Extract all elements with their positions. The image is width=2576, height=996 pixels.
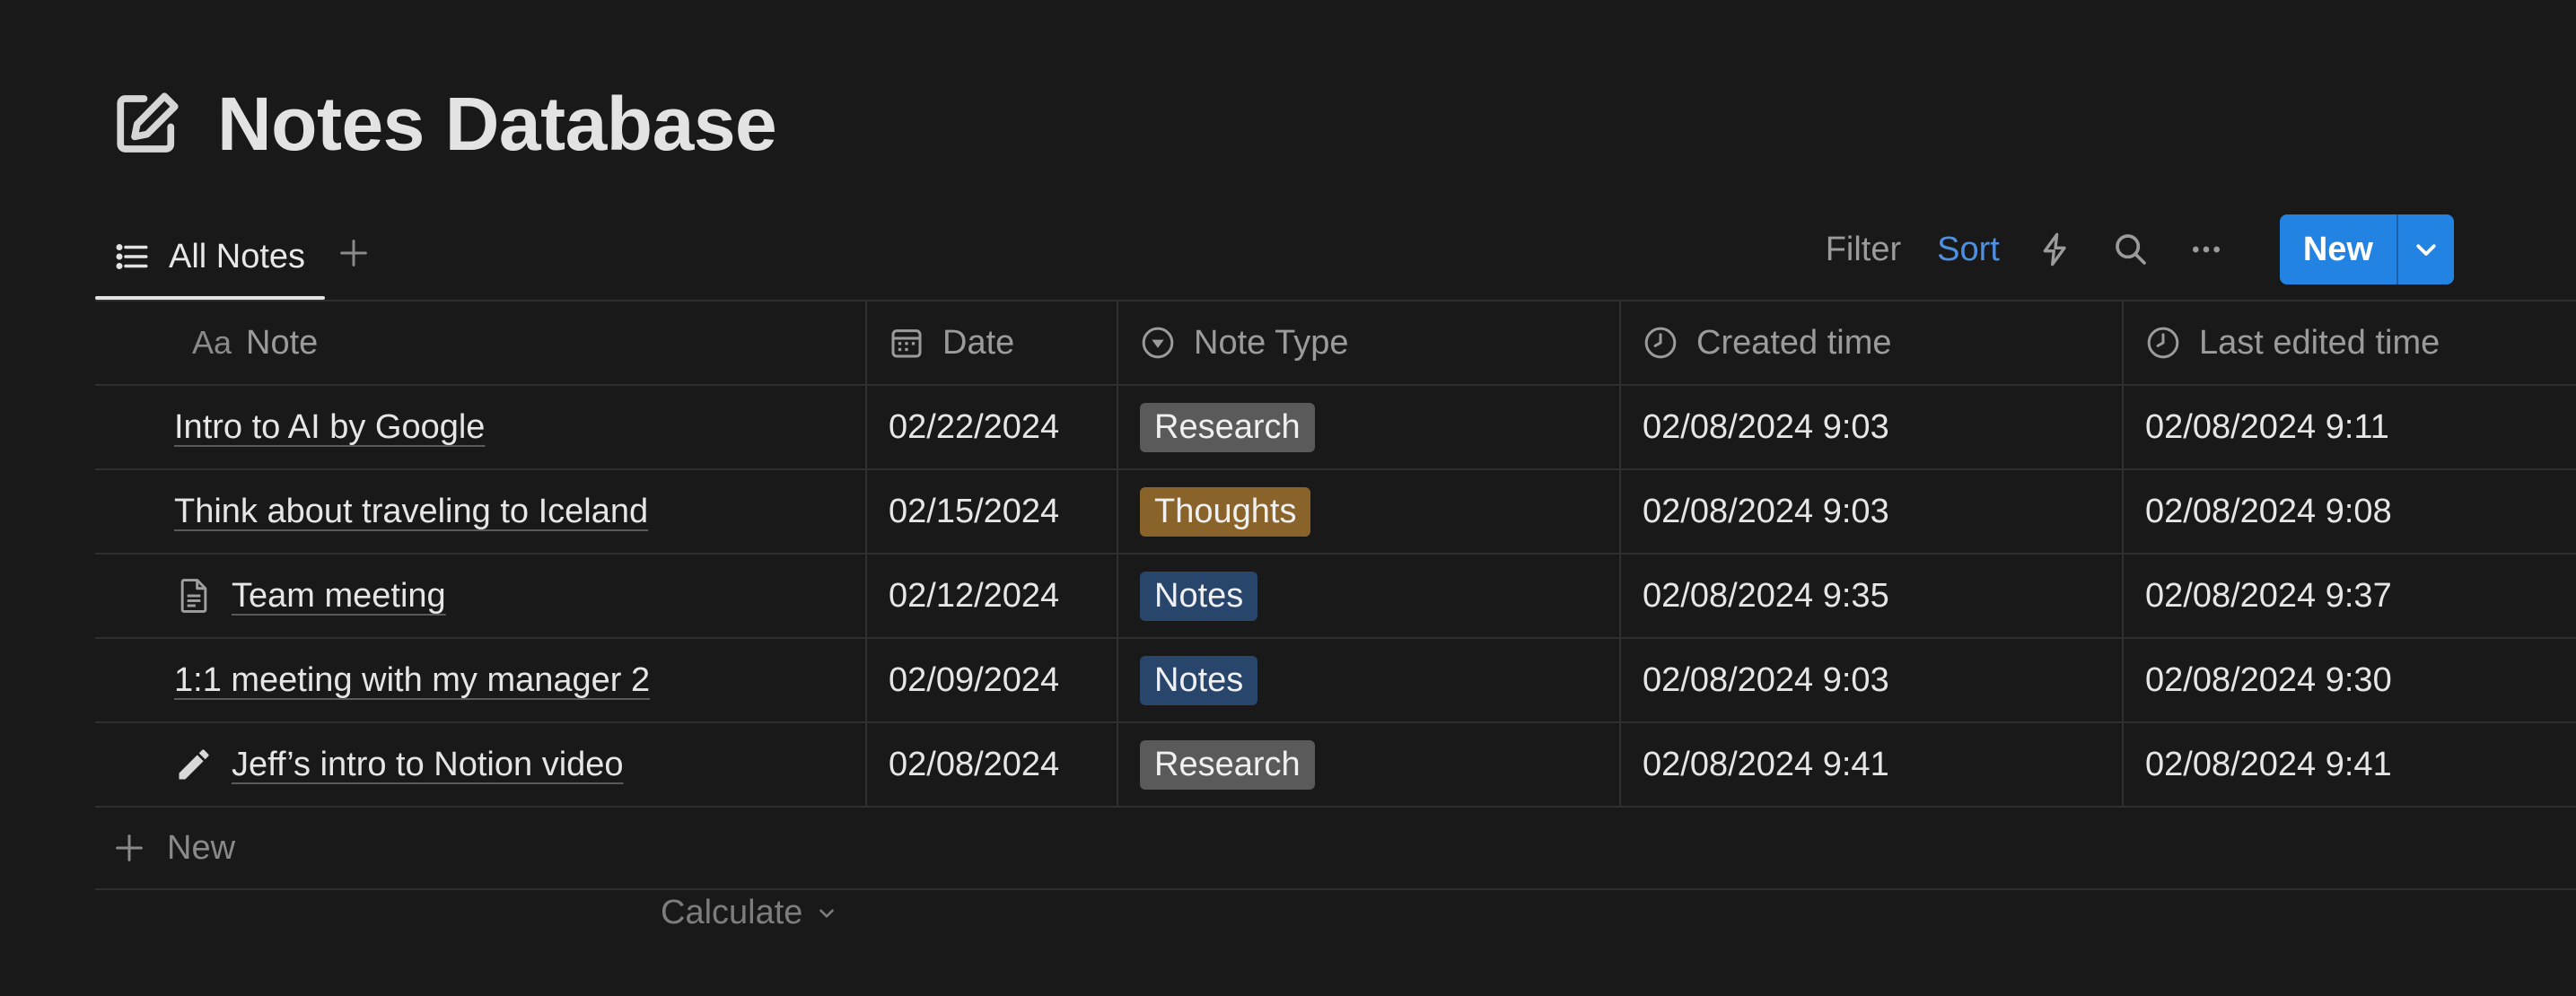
edited-time-cell: 02/08/2024 9:11 bbox=[2124, 386, 2576, 468]
date-cell[interactable]: 02/12/2024 bbox=[867, 555, 1118, 637]
note-type-cell[interactable]: Research bbox=[1118, 386, 1621, 468]
created-time-value: 02/08/2024 9:35 bbox=[1643, 576, 1889, 615]
note-cell[interactable]: Jeff’s intro to Notion video bbox=[95, 723, 867, 806]
column-header-note[interactable]: Aa Note bbox=[95, 301, 867, 384]
column-label: Last edited time bbox=[2199, 323, 2440, 362]
created-time-cell: 02/08/2024 9:03 bbox=[1621, 386, 2124, 468]
note-type-cell[interactable]: Thoughts bbox=[1118, 470, 1621, 553]
table-row[interactable]: Intro to AI by Google 02/22/2024 Researc… bbox=[95, 386, 2576, 470]
calculate-label: Calculate bbox=[661, 894, 803, 931]
date-cell[interactable]: 02/09/2024 bbox=[867, 639, 1118, 721]
created-time-value: 02/08/2024 9:03 bbox=[1643, 660, 1889, 699]
edited-time-cell: 02/08/2024 9:30 bbox=[2124, 639, 2576, 721]
text-property-icon: Aa bbox=[192, 324, 232, 361]
date-value: 02/12/2024 bbox=[889, 576, 1060, 615]
table-row[interactable]: Jeff’s intro to Notion video 02/08/2024 … bbox=[95, 723, 2576, 808]
table-row[interactable]: Think about traveling to Iceland 02/15/2… bbox=[95, 470, 2576, 555]
column-label: Note Type bbox=[1194, 323, 1349, 362]
calendar-icon bbox=[891, 329, 922, 358]
column-header-last-edited-time[interactable]: Last edited time bbox=[2124, 301, 2576, 384]
note-cell[interactable]: 1:1 meeting with my manager 2 bbox=[95, 639, 867, 721]
column-header-note-type[interactable]: Note Type bbox=[1118, 301, 1621, 384]
column-header-created-time[interactable]: Created time bbox=[1621, 301, 2124, 384]
chevron-down-icon bbox=[2416, 244, 2436, 256]
note-title-link[interactable]: Jeff’s intro to Notion video bbox=[232, 746, 624, 784]
created-time-cell: 02/08/2024 9:03 bbox=[1621, 470, 2124, 553]
note-title-link[interactable]: 1:1 meeting with my manager 2 bbox=[174, 661, 650, 700]
note-type-tag: Research bbox=[1140, 739, 1315, 790]
edited-time-value: 02/08/2024 9:30 bbox=[2145, 660, 2392, 699]
tab-all-notes[interactable]: All Notes bbox=[95, 215, 326, 300]
clock-icon bbox=[2147, 327, 2179, 359]
edited-time-value: 02/08/2024 9:37 bbox=[2145, 576, 2392, 615]
edited-time-value: 02/08/2024 9:08 bbox=[2145, 492, 2392, 530]
date-value: 02/09/2024 bbox=[889, 660, 1060, 699]
ellipsis-icon[interactable] bbox=[2188, 232, 2224, 267]
select-icon bbox=[1142, 327, 1174, 359]
note-title-link[interactable]: Intro to AI by Google bbox=[174, 408, 485, 447]
date-cell[interactable]: 02/08/2024 bbox=[867, 723, 1118, 806]
page-title: Notes Database bbox=[217, 81, 777, 166]
date-value: 02/08/2024 bbox=[889, 745, 1060, 783]
calculate-button[interactable]: Calculate bbox=[661, 894, 838, 932]
search-icon[interactable] bbox=[2113, 232, 2149, 267]
note-title-link[interactable]: Think about traveling to Iceland bbox=[174, 493, 648, 531]
plus-icon bbox=[340, 239, 367, 266]
edited-time-value: 02/08/2024 9:41 bbox=[2145, 745, 2392, 783]
note-type-tag: Notes bbox=[1140, 571, 1258, 621]
created-time-cell: 02/08/2024 9:03 bbox=[1621, 639, 2124, 721]
add-view-button[interactable] bbox=[336, 235, 372, 279]
column-label: Created time bbox=[1696, 323, 1892, 362]
created-time-cell: 02/08/2024 9:35 bbox=[1621, 555, 2124, 637]
created-time-value: 02/08/2024 9:03 bbox=[1643, 407, 1889, 446]
column-header-date[interactable]: Date bbox=[867, 301, 1118, 384]
table-row[interactable]: Team meeting 02/12/2024 Notes 02/08/2024… bbox=[95, 555, 2576, 639]
date-value: 02/15/2024 bbox=[889, 492, 1060, 530]
note-type-cell[interactable]: Research bbox=[1118, 723, 1621, 806]
note-type-cell[interactable]: Notes bbox=[1118, 555, 1621, 637]
column-label: Note bbox=[246, 323, 319, 362]
edited-time-cell: 02/08/2024 9:37 bbox=[2124, 555, 2576, 637]
table-header: Aa Note Date Note Type Created time Last… bbox=[95, 300, 2576, 386]
chevron-down-icon bbox=[819, 908, 835, 918]
edited-time-value: 02/08/2024 9:11 bbox=[2145, 407, 2389, 446]
add-row-button[interactable]: New bbox=[95, 808, 2576, 890]
database-toolbar: Filter Sort New bbox=[1808, 214, 2454, 285]
sort-button[interactable]: Sort bbox=[1937, 231, 2000, 269]
date-cell[interactable]: 02/22/2024 bbox=[867, 386, 1118, 468]
document-icon bbox=[180, 579, 207, 613]
plus-icon bbox=[116, 834, 143, 861]
edit-note-icon bbox=[117, 92, 179, 153]
edited-time-cell: 02/08/2024 9:08 bbox=[2124, 470, 2576, 553]
pencil-icon bbox=[179, 749, 209, 780]
tab-label: All Notes bbox=[169, 237, 306, 275]
created-time-value: 02/08/2024 9:03 bbox=[1643, 492, 1889, 530]
note-type-tag: Thoughts bbox=[1140, 486, 1311, 537]
add-row-label: New bbox=[167, 828, 236, 867]
edited-time-cell: 02/08/2024 9:41 bbox=[2124, 723, 2576, 806]
note-cell[interactable]: Team meeting bbox=[95, 555, 867, 637]
note-type-cell[interactable]: Notes bbox=[1118, 639, 1621, 721]
new-button[interactable]: New bbox=[2280, 214, 2398, 284]
notes-table: Aa Note Date Note Type Created time Last… bbox=[95, 300, 2576, 890]
date-value: 02/22/2024 bbox=[889, 407, 1060, 446]
clock-icon bbox=[1644, 327, 1677, 359]
created-time-cell: 02/08/2024 9:41 bbox=[1621, 723, 2124, 806]
lightning-icon[interactable] bbox=[2037, 232, 2073, 267]
created-time-value: 02/08/2024 9:41 bbox=[1643, 745, 1889, 783]
list-icon bbox=[116, 244, 148, 269]
note-title-link[interactable]: Team meeting bbox=[232, 577, 446, 616]
new-menu-button[interactable] bbox=[2398, 214, 2454, 284]
page-header: Notes Database bbox=[110, 79, 777, 169]
note-type-tag: Notes bbox=[1140, 655, 1258, 705]
table-row[interactable]: 1:1 meeting with my manager 2 02/09/2024… bbox=[95, 639, 2576, 723]
view-tabs: All Notes bbox=[95, 215, 372, 300]
column-label: Date bbox=[942, 323, 1015, 362]
note-cell[interactable]: Intro to AI by Google bbox=[95, 386, 867, 468]
date-cell[interactable]: 02/15/2024 bbox=[867, 470, 1118, 553]
note-cell[interactable]: Think about traveling to Iceland bbox=[95, 470, 867, 553]
new-button-group: New bbox=[2279, 214, 2454, 284]
filter-button[interactable]: Filter bbox=[1826, 231, 1901, 269]
note-type-tag: Research bbox=[1140, 402, 1315, 452]
